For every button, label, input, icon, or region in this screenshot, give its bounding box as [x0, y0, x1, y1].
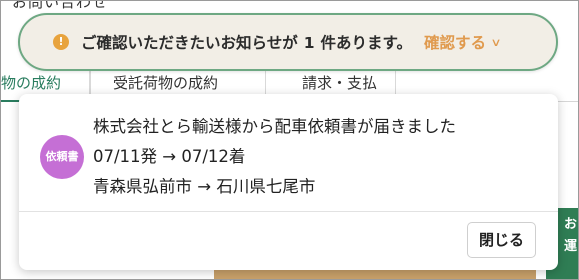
notification-title: 株式会社とら輸送様から配車依頼書が届きました — [93, 117, 456, 136]
info-icon: ! — [53, 34, 69, 50]
close-button[interactable]: 閉じる — [467, 222, 536, 258]
notice-count: 1 — [303, 34, 315, 52]
chevron-down-icon: ∨ — [490, 35, 502, 49]
divider — [19, 211, 558, 212]
request-document-badge: 依頼書 — [40, 135, 84, 179]
confirm-label: 確認する — [423, 34, 486, 52]
notification-message: 株式会社とら輸送様から配車依頼書が届きました 07/11発 → 07/12着 青… — [93, 112, 456, 202]
notice-banner[interactable]: ! ご確認いただきたいお知らせが 1 件あります。 確認する ∨ — [18, 13, 558, 71]
notice-text-after: 件あります。 — [320, 34, 412, 52]
confirm-link[interactable]: 確認する ∨ — [423, 31, 502, 53]
notice-message: ご確認いただきたいお知らせが 1 件あります。 — [81, 31, 412, 53]
notification-route: 青森県弘前市 → 石川県七尾市 — [93, 177, 316, 196]
notice-text-before: ご確認いただきたいお知らせが — [81, 34, 298, 52]
background-strip — [214, 270, 536, 280]
notification-card: 依頼書 株式会社とら輸送様から配車依頼書が届きました 07/11発 → 07/1… — [19, 94, 558, 270]
notification-schedule: 07/11発 → 07/12着 — [93, 147, 246, 166]
background-page-title: お問い合わせ — [12, 0, 109, 11]
